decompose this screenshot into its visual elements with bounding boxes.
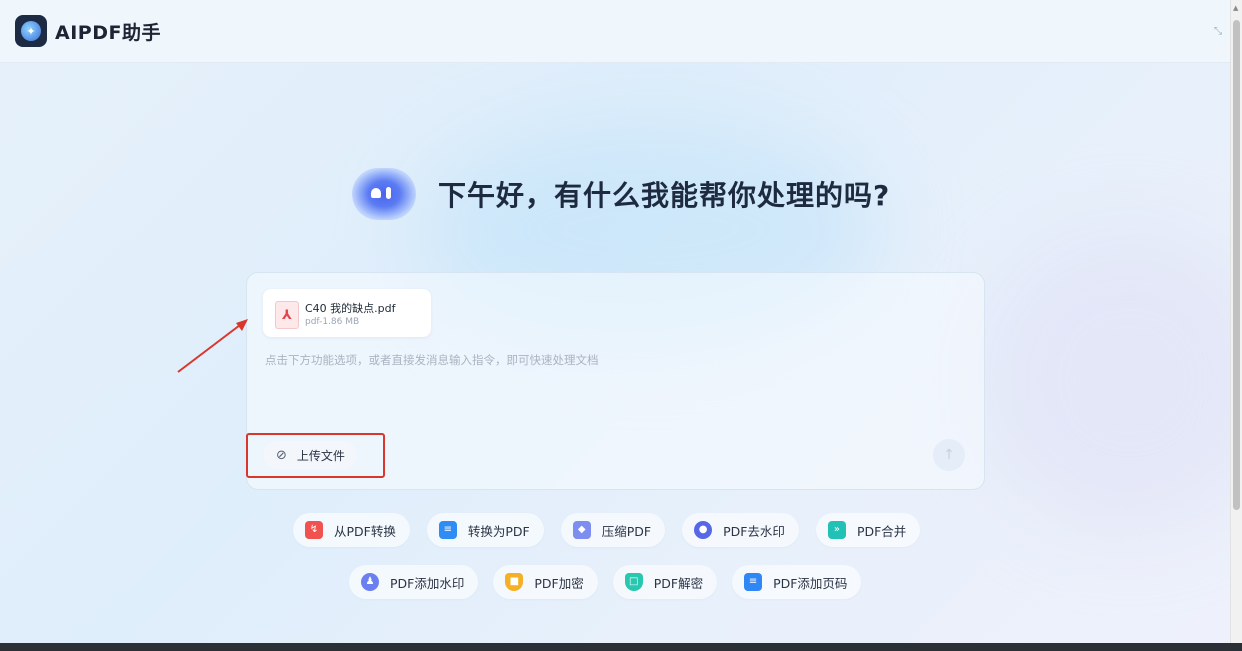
convert-to-pdf-icon: ≡ [438, 521, 457, 539]
assistant-bot-icon [352, 168, 416, 220]
tool-row-1: ↯ 从PDF转换 ≡ 转换为PDF ◆ 压缩PDF ● PDF去水印 » PDF… [293, 513, 937, 547]
background-glow [980, 230, 1230, 530]
tool-chip-compress[interactable]: ◆ 压缩PDF [560, 513, 666, 547]
tool-label: PDF添加页码 [773, 575, 848, 591]
pdf-convert-from-icon: ↯ [305, 521, 323, 539]
message-input[interactable] [263, 349, 967, 371]
pdf-file-icon: ⅄ [275, 301, 299, 329]
tool-chip-add-watermark[interactable]: ♟ PDF添加水印 [349, 565, 479, 599]
send-button[interactable]: ↑ [933, 439, 965, 471]
tool-label: PDF加密 [534, 575, 584, 591]
compress-icon: ◆ [572, 521, 591, 539]
remove-watermark-icon: ● [694, 521, 713, 539]
tool-chip-encrypt[interactable]: ■ PDF加密 [493, 565, 598, 599]
app-logo-icon: ✦ [15, 15, 47, 47]
tool-chip-from-pdf[interactable]: ↯ 从PDF转换 [293, 513, 410, 547]
tool-label: PDF添加水印 [390, 575, 465, 591]
annotation-arrow [177, 319, 248, 373]
app-window: ✦ AIPDF助手 ⤡ 下午好，有什么我能帮你处理的吗? ⅄ C40 我的缺点.… [0, 0, 1230, 643]
os-taskbar [0, 643, 1242, 651]
encrypt-icon: ■ [505, 573, 524, 591]
top-bar: ✦ AIPDF助手 ⤡ [0, 0, 1230, 63]
tool-label: PDF去水印 [723, 523, 785, 539]
resize-icon[interactable]: ⤡ [1214, 26, 1222, 37]
add-page-number-icon: ≡ [744, 573, 763, 591]
tool-label: 从PDF转换 [334, 523, 396, 539]
add-watermark-icon: ♟ [361, 573, 379, 591]
scroll-up-icon[interactable]: ▲ [1233, 4, 1238, 12]
vertical-scrollbar[interactable]: ▲ [1230, 0, 1242, 643]
send-icon: ↑ [943, 447, 955, 463]
app-title: AIPDF助手 [55, 22, 161, 44]
tool-label: 转换为PDF [467, 523, 530, 539]
tool-chip-merge[interactable]: » PDF合并 [815, 513, 921, 547]
greeting-heading: 下午好，有什么我能帮你处理的吗? [438, 179, 891, 212]
hero: 下午好，有什么我能帮你处理的吗? [352, 168, 890, 220]
attachment-name: C40 我的缺点.pdf [305, 302, 396, 315]
tool-label: 压缩PDF [601, 523, 652, 539]
tool-row-2: ♟ PDF添加水印 ■ PDF加密 □ PDF解密 ≡ PDF添加页码 [349, 565, 876, 599]
scroll-thumb[interactable] [1233, 20, 1240, 510]
tool-chip-to-pdf[interactable]: ≡ 转换为PDF [426, 513, 544, 547]
tool-chip-remove-watermark[interactable]: ● PDF去水印 [682, 513, 799, 547]
merge-icon: » [827, 521, 846, 539]
tool-label: PDF解密 [653, 575, 704, 591]
annotation-highlight-box [246, 433, 385, 478]
tool-chip-decrypt[interactable]: □ PDF解密 [612, 565, 718, 599]
attachment-meta: pdf-1.86 MB [305, 317, 360, 327]
tool-label: PDF合并 [856, 523, 907, 539]
attachment-card[interactable]: ⅄ C40 我的缺点.pdf pdf-1.86 MB [263, 289, 431, 337]
decrypt-icon: □ [624, 573, 643, 591]
tool-chip-add-page-number[interactable]: ≡ PDF添加页码 [732, 565, 862, 599]
